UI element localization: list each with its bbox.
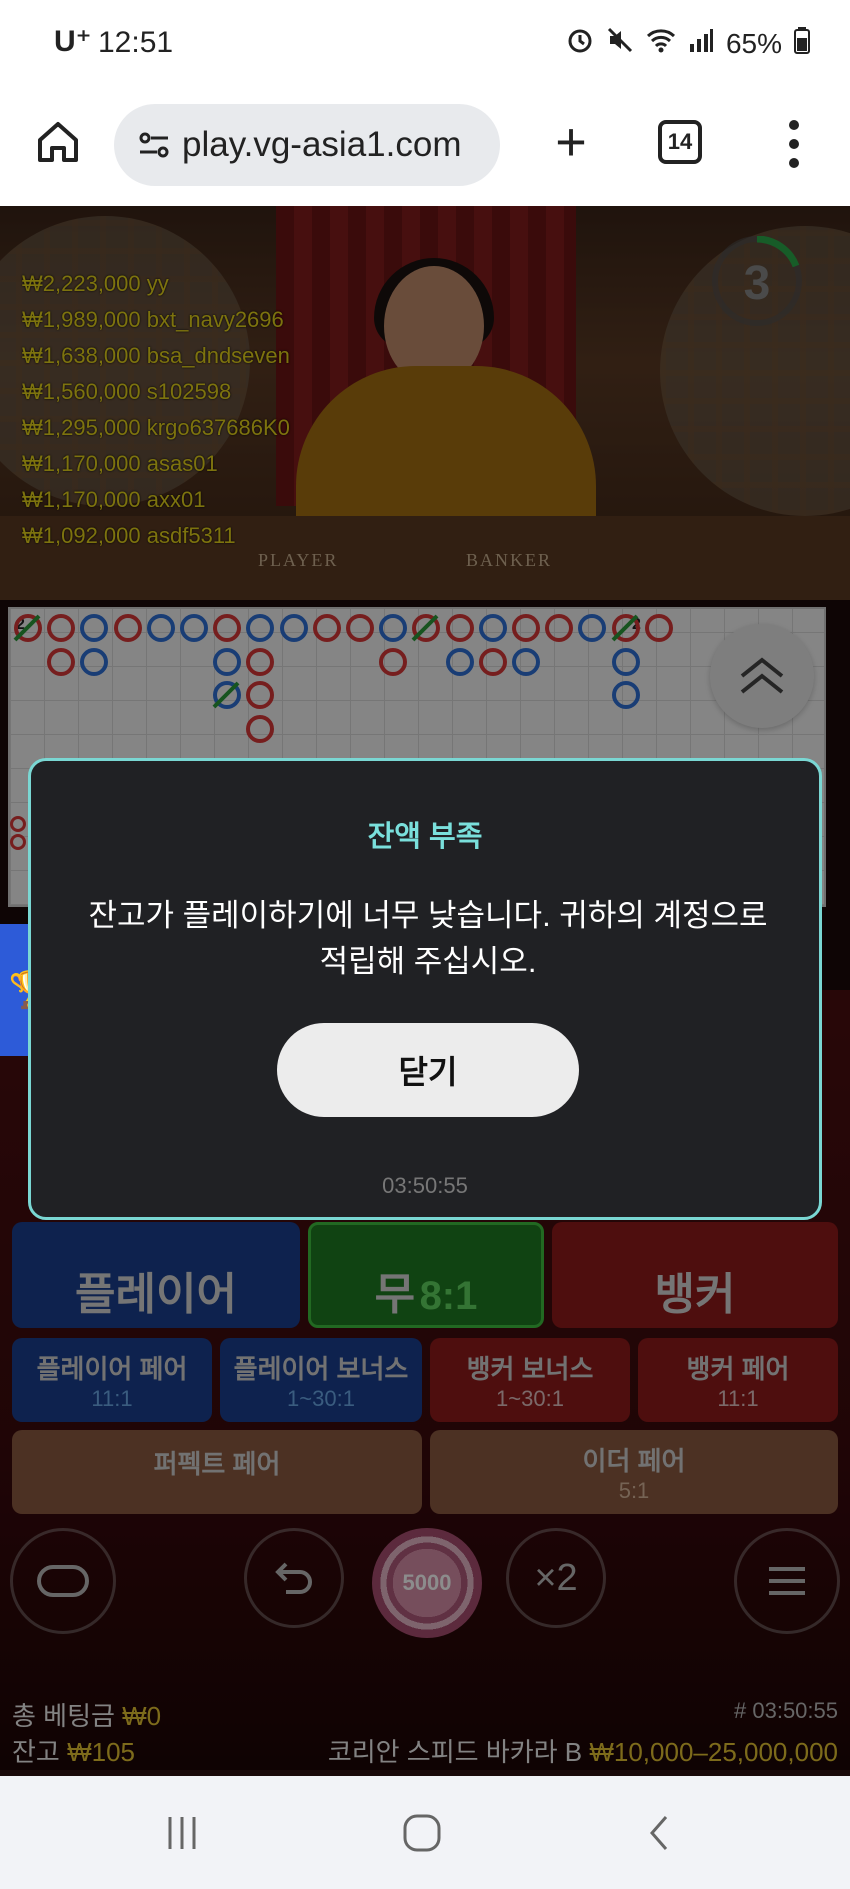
clock: 12:51 [98,26,174,59]
dialog-timestamp: 03:50:55 [382,1173,468,1198]
tabs-icon[interactable]: 14 [658,120,702,164]
close-button[interactable]: 닫기 [277,1023,579,1117]
address-bar[interactable]: play.vg-asia1.com [114,104,500,186]
back-icon[interactable] [630,1806,690,1860]
more-icon[interactable] [774,114,814,174]
dialog-message: 잔고가 플레이하기에 너무 낮습니다. 귀하의 계정으로 적립해 주십시오. [88,898,768,979]
browser-toolbar: play.vg-asia1.com + 14 [0,88,850,206]
carrier-label: U⁺ [54,25,92,58]
url-text: play.vg-asia1.com [182,125,462,164]
site-settings-icon[interactable] [134,125,174,165]
mute-icon [606,26,634,61]
system-nav-bar [0,1776,850,1889]
battery-icon [794,26,810,61]
insufficient-balance-dialog: 잔액 부족 잔고가 플레이하기에 너무 낮습니다. 귀하의 계정으로 적립해 주… [28,758,822,1220]
signal-icon [688,26,714,61]
home-icon[interactable] [28,112,88,172]
screen: U⁺ 12:51 65% play.vg-asia1.com + 14 PLAY… [0,0,850,1889]
home-nav-icon[interactable] [392,1806,452,1860]
wifi-icon [646,26,676,61]
alarm-icon [566,26,594,61]
status-bar: U⁺ 12:51 65% [0,0,850,88]
new-tab-icon[interactable]: + [536,110,606,180]
recent-apps-icon[interactable] [152,1806,212,1860]
dialog-title: 잔액 부족 [367,821,483,853]
battery-percent: 65% [725,27,782,59]
